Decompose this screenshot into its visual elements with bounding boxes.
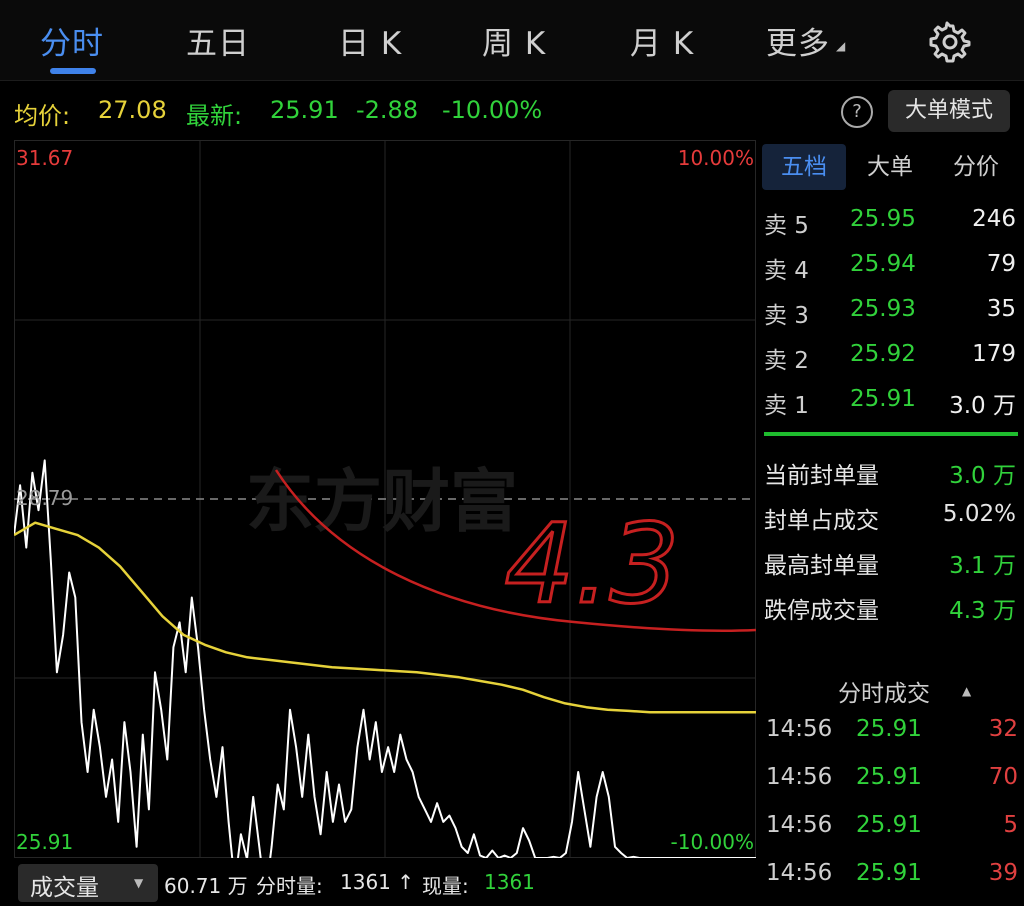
stat-row: 最高封单量 3.1 万 [764, 540, 1018, 580]
orderbook-price: 25.95 [850, 206, 916, 232]
latest-price-label: 最新: [186, 102, 243, 130]
divider [0, 80, 1024, 81]
intraday-chart-svg: 东方财富 4.3 [13, 140, 757, 898]
big-order-mode-button[interactable]: 大单模式 [888, 90, 1010, 132]
trade-time: 14:56 [766, 716, 833, 742]
stat-label: 当前封单量 [764, 463, 879, 489]
orderbook-volume: 79 [986, 251, 1016, 277]
orderbook-row: 卖 4 25.94 79 [764, 245, 1018, 285]
minute-volume-value: 1361 ↑ [340, 870, 415, 894]
minute-volume-label: 分时量: [256, 874, 323, 898]
tab-intraday[interactable]: 分时 [40, 18, 104, 63]
tab-daily-k[interactable]: 日 K [338, 18, 402, 63]
top-pct-label: 10.00% [677, 146, 754, 170]
tab-weekly-k[interactable]: 周 K [482, 18, 546, 63]
orderbook-price: 25.92 [850, 341, 916, 367]
tab-five-level[interactable]: 五档 [762, 144, 846, 190]
tab-more[interactable]: 更多 ◢ [766, 18, 846, 63]
orderbook-volume: 3.0 万 [949, 393, 1016, 419]
orderbook-price: 25.93 [850, 296, 916, 322]
trade-price: 25.91 [856, 860, 922, 886]
tab-big-order[interactable]: 大单 [848, 144, 932, 190]
trade-row: 14:56 25.91 70 [766, 758, 1020, 802]
trade-volume: 5 [1003, 812, 1018, 838]
dropdown-caret-icon: ▼ [134, 876, 144, 890]
top-price-label: 31.67 [16, 146, 74, 170]
orderbook-level: 卖 1 [764, 393, 809, 419]
limit-down-divider [764, 432, 1018, 436]
period-tabs: 分时 五日 日 K 周 K 月 K 更多 ◢ [0, 0, 1024, 80]
trade-row: 14:56 25.91 39 [766, 854, 1020, 898]
tab-five-day[interactable]: 五日 [186, 18, 250, 63]
bottom-price-label: 25.91 [16, 830, 74, 854]
stat-row: 跌停成交量 4.3 万 [764, 585, 1018, 625]
gear-icon[interactable] [929, 21, 971, 63]
stat-value: 4.3 万 [949, 598, 1016, 624]
trade-row: 14:56 25.91 32 [766, 710, 1020, 754]
stat-row: 当前封单量 3.0 万 [764, 450, 1018, 490]
latest-price-value: 25.91 [270, 96, 339, 124]
tab-monthly-k[interactable]: 月 K [630, 18, 694, 63]
orderbook-level: 卖 5 [764, 213, 809, 239]
trades-title[interactable]: 分时成交 [838, 674, 930, 708]
volume-indicator-label: 成交量 [30, 875, 99, 901]
avg-price-label: 均价: [14, 102, 71, 130]
tab-more-label: 更多 [766, 26, 830, 62]
stat-value: 3.1 万 [949, 553, 1016, 579]
trade-row: 14:56 25.91 5 [766, 806, 1020, 850]
orderbook-volume: 35 [986, 296, 1016, 322]
help-icon[interactable]: ? [841, 96, 873, 128]
trade-price: 25.91 [856, 716, 922, 742]
stat-label: 跌停成交量 [764, 598, 879, 624]
bottom-pct-label: -10.00% [670, 830, 754, 854]
orderbook-row: 卖 5 25.95 246 [764, 200, 1018, 240]
intraday-chart[interactable]: 东方财富 4.3 31.67 10.00% 28.79 25.91 -10.00… [13, 140, 757, 898]
prev-close-label: 28.79 [16, 486, 74, 510]
caret-icon: ◢ [836, 38, 847, 53]
orderbook-row: 卖 3 25.93 35 [764, 290, 1018, 330]
orderbook-price: 25.91 [850, 386, 916, 412]
stat-label: 最高封单量 [764, 553, 879, 579]
stat-label: 封单占成交 [764, 508, 879, 534]
current-volume-value: 1361 [484, 870, 535, 894]
trade-price: 25.91 [856, 764, 922, 790]
trade-time: 14:56 [766, 812, 833, 838]
sort-caret-icon[interactable]: ▲ [962, 684, 971, 698]
orderbook-row: 卖 1 25.91 3.0 万 [764, 380, 1018, 420]
stat-value: 3.0 万 [949, 463, 1016, 489]
tab-price-dist[interactable]: 分价 [934, 144, 1018, 190]
watermark: 东方财富 [246, 463, 518, 542]
trade-time: 14:56 [766, 764, 833, 790]
orderbook-level: 卖 2 [764, 348, 809, 374]
trade-price: 25.91 [856, 812, 922, 838]
orderbook-level: 卖 3 [764, 303, 809, 329]
trade-time: 14:56 [766, 860, 833, 886]
price-change: -2.88 [356, 96, 419, 124]
orderbook-volume: 179 [972, 341, 1016, 367]
depth-tabs: 五档 大单 分价 [760, 144, 1024, 190]
stat-value: 5.02% [942, 501, 1016, 527]
avg-price-value: 27.08 [98, 96, 167, 124]
orderbook-price: 25.94 [850, 251, 916, 277]
orderbook-volume: 246 [972, 206, 1016, 232]
total-volume: 60.71 万 [164, 874, 248, 898]
trade-volume: 70 [988, 764, 1018, 790]
volume-indicator-select[interactable]: 成交量 ▼ [18, 864, 158, 902]
trade-volume: 32 [988, 716, 1018, 742]
stat-row: 封单占成交 5.02% [764, 495, 1018, 535]
active-tab-indicator [50, 68, 96, 74]
orderbook-row: 卖 2 25.92 179 [764, 335, 1018, 375]
orderbook-level: 卖 4 [764, 258, 809, 284]
price-change-pct: -10.00% [442, 96, 543, 124]
handwritten-annotation: 4.3 [505, 500, 680, 628]
current-volume-label: 现量: [422, 874, 469, 898]
trade-volume: 39 [988, 860, 1018, 886]
